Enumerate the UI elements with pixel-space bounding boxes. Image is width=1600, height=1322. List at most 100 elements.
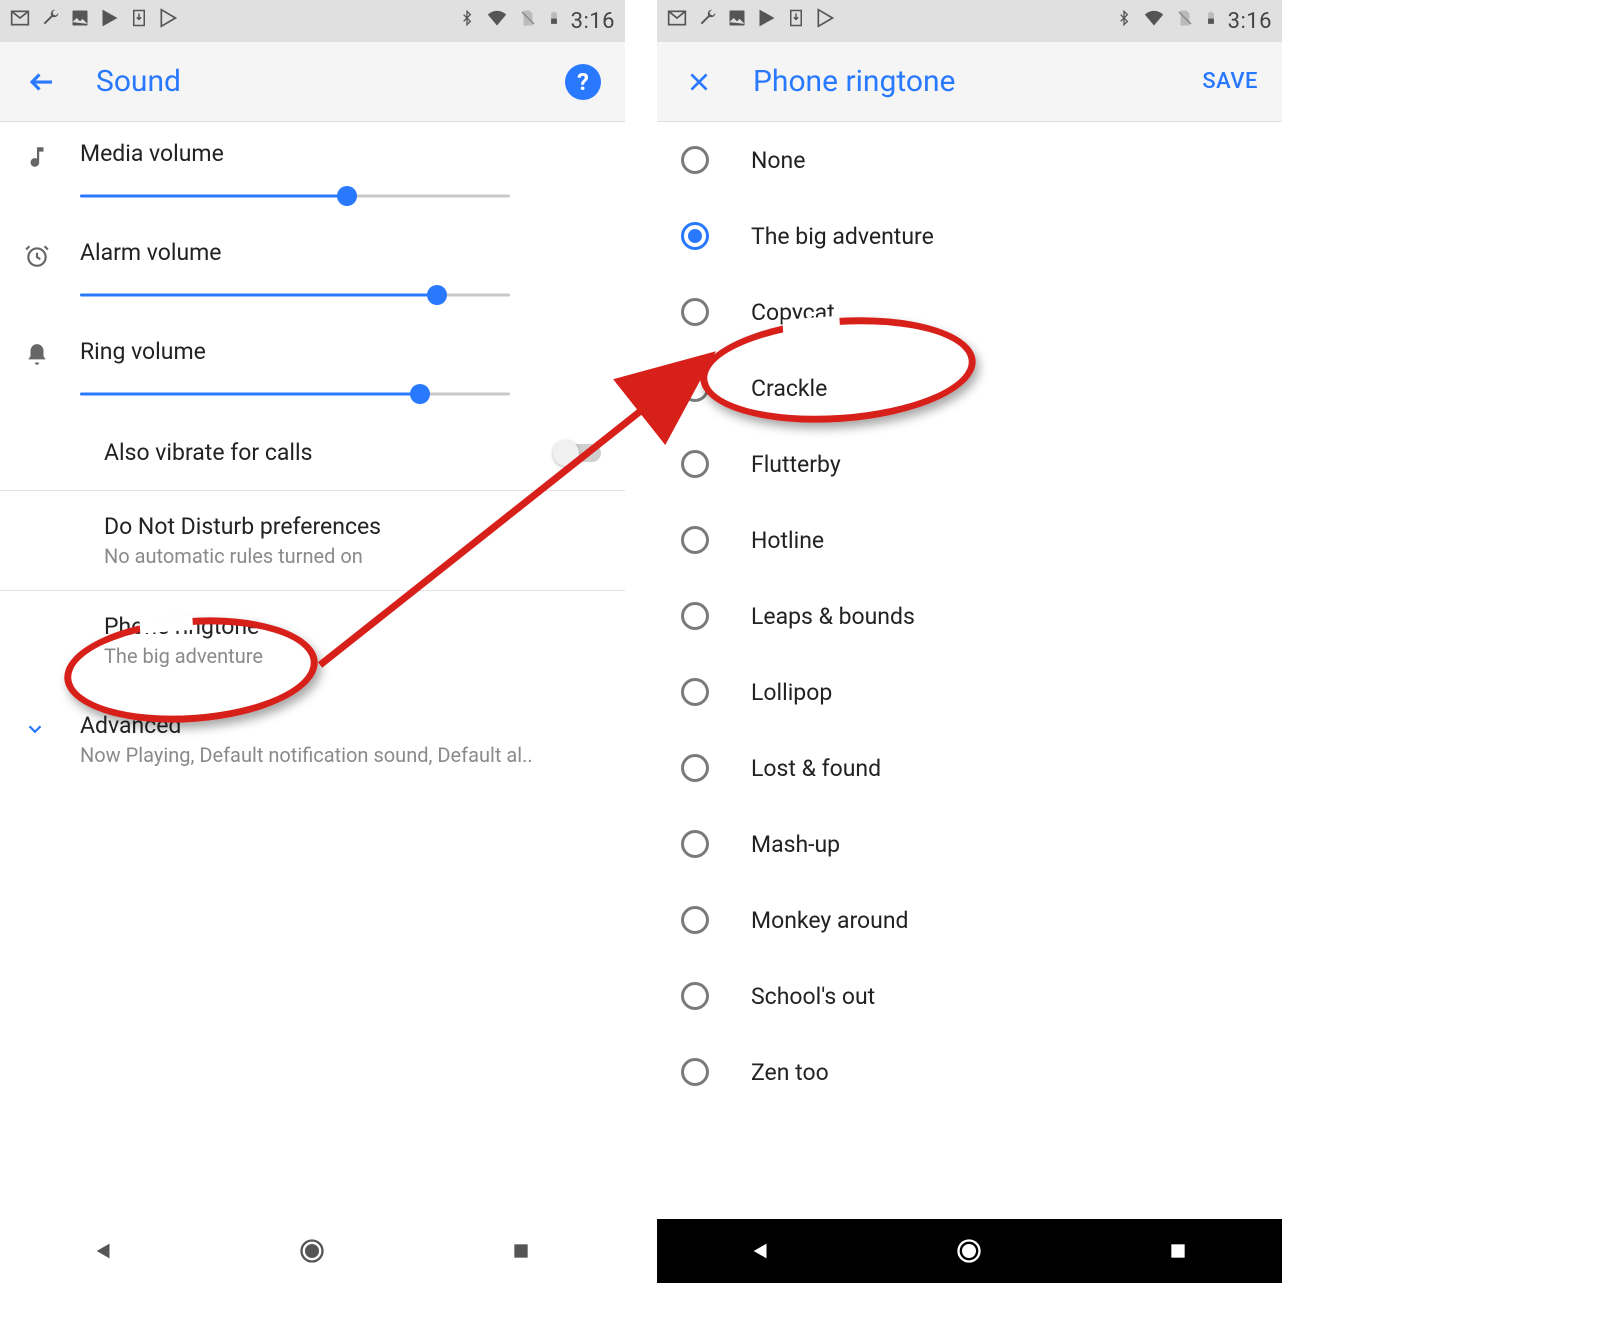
status-icons-left <box>10 8 178 34</box>
battery-icon <box>1204 7 1218 35</box>
status-time: 3:16 <box>571 9 615 34</box>
save-button[interactable]: SAVE <box>1202 69 1258 94</box>
wrench-icon <box>697 8 717 34</box>
battery-icon <box>547 7 561 35</box>
alarm-volume-row: Alarm volume <box>0 221 625 320</box>
sound-settings-content: Media volume Alarm volume <box>0 122 625 1219</box>
bluetooth-icon <box>459 7 475 35</box>
gmail-icon <box>667 8 687 34</box>
radio-button[interactable] <box>681 754 709 782</box>
play-icon <box>757 8 777 34</box>
system-nav-bar <box>0 1219 625 1283</box>
ringtone-list[interactable]: None The big adventure Copycat Crackle Flutt… <box>657 122 1282 1219</box>
play-icon <box>100 8 120 34</box>
download-icon <box>787 8 805 34</box>
ringtone-option[interactable]: School's out <box>657 958 1282 1034</box>
system-nav-bar <box>657 1219 1282 1283</box>
alarm-volume-slider[interactable] <box>80 280 510 310</box>
vibrate-row[interactable]: Also vibrate for calls <box>0 419 625 490</box>
ringtone-option[interactable]: Zen too <box>657 1034 1282 1110</box>
ringtone-label: Lost & found <box>751 755 881 782</box>
phone-left-sound-settings: 3:16 Sound ? Media volume <box>0 0 625 1283</box>
status-icons-right: 3:16 <box>459 7 615 35</box>
ringtone-label: None <box>751 147 805 174</box>
bluetooth-icon <box>1116 7 1132 35</box>
ringtone-label: Leaps & bounds <box>751 603 915 630</box>
nav-home-button[interactable] <box>949 1231 989 1271</box>
nav-recent-button[interactable] <box>501 1231 541 1271</box>
back-button[interactable] <box>24 64 60 100</box>
dnd-sub: No automatic rules turned on <box>104 544 601 568</box>
download-icon <box>130 8 148 34</box>
ringtone-option[interactable]: The big adventure <box>657 198 1282 274</box>
ring-volume-slider[interactable] <box>80 379 510 409</box>
ringtone-label: School's out <box>751 983 875 1010</box>
phone-ringtone-title: Phone ringtone <box>104 613 601 640</box>
radio-button[interactable] <box>681 146 709 174</box>
ringtone-label: Copycat <box>751 299 835 326</box>
gmail-icon <box>10 8 30 34</box>
ringtone-option[interactable]: Lost & found <box>657 730 1282 806</box>
media-volume-row: Media volume <box>0 122 625 221</box>
image-icon <box>70 8 90 34</box>
music-note-icon <box>24 140 80 170</box>
radio-button[interactable] <box>681 450 709 478</box>
advanced-item[interactable]: Advanced Now Playing, Default notificati… <box>0 690 625 789</box>
close-button[interactable] <box>681 64 717 100</box>
nav-back-button[interactable] <box>741 1231 781 1271</box>
ringtone-option[interactable]: Monkey around <box>657 882 1282 958</box>
no-sim-icon <box>1176 7 1194 35</box>
page-title: Phone ringtone <box>753 64 955 99</box>
ringtone-option[interactable]: Leaps & bounds <box>657 578 1282 654</box>
radio-button[interactable] <box>681 222 709 250</box>
status-bar: 3:16 <box>0 0 625 42</box>
radio-button[interactable] <box>681 982 709 1010</box>
vibrate-switch[interactable] <box>555 444 601 462</box>
phone-ringtone-sub: The big adventure <box>104 644 601 668</box>
ringtone-option[interactable]: Lollipop <box>657 654 1282 730</box>
radio-button[interactable] <box>681 1058 709 1086</box>
ringtone-label: Flutterby <box>751 451 841 478</box>
radio-button[interactable] <box>681 526 709 554</box>
ringtone-option[interactable]: Copycat <box>657 274 1282 350</box>
ringtone-label: Mash-up <box>751 831 840 858</box>
radio-button[interactable] <box>681 678 709 706</box>
status-bar: 3:16 <box>657 0 1282 42</box>
page-title: Sound <box>96 64 181 99</box>
ringtone-label: Hotline <box>751 527 824 554</box>
radio-button[interactable] <box>681 906 709 934</box>
wifi-icon <box>1142 8 1166 34</box>
radio-button[interactable] <box>681 298 709 326</box>
ringtone-option[interactable]: Crackle <box>657 350 1282 426</box>
nav-recent-button[interactable] <box>1158 1231 1198 1271</box>
radio-button[interactable] <box>681 374 709 402</box>
ringtone-label: Zen too <box>751 1059 829 1086</box>
bell-icon <box>24 338 80 368</box>
ringtone-option[interactable]: None <box>657 122 1282 198</box>
radio-button[interactable] <box>681 830 709 858</box>
chevron-down-icon <box>24 712 80 740</box>
play-outline-icon <box>815 8 835 34</box>
radio-button[interactable] <box>681 602 709 630</box>
media-volume-slider[interactable] <box>80 181 510 211</box>
ringtone-option[interactable]: Hotline <box>657 502 1282 578</box>
phone-right-ringtone-picker: 3:16 Phone ringtone SAVE None The big adv… <box>657 0 1282 1283</box>
ringtone-label: Lollipop <box>751 679 832 706</box>
ringtone-option[interactable]: Mash-up <box>657 806 1282 882</box>
wrench-icon <box>40 8 60 34</box>
nav-home-button[interactable] <box>292 1231 332 1271</box>
nav-back-button[interactable] <box>84 1231 124 1271</box>
play-outline-icon <box>158 8 178 34</box>
alarm-volume-label: Alarm volume <box>80 239 601 266</box>
vibrate-label: Also vibrate for calls <box>104 439 555 466</box>
app-bar: Phone ringtone SAVE <box>657 42 1282 122</box>
advanced-sub: Now Playing, Default notification sound,… <box>80 743 533 767</box>
dnd-item[interactable]: Do Not Disturb preferences No automatic … <box>0 491 625 590</box>
ringtone-option[interactable]: Flutterby <box>657 426 1282 502</box>
help-button[interactable]: ? <box>565 64 601 100</box>
wifi-icon <box>485 8 509 34</box>
alarm-icon <box>24 239 80 269</box>
media-volume-label: Media volume <box>80 140 601 167</box>
phone-ringtone-item[interactable]: Phone ringtone The big adventure <box>0 591 625 690</box>
ring-volume-row: Ring volume <box>0 320 625 419</box>
